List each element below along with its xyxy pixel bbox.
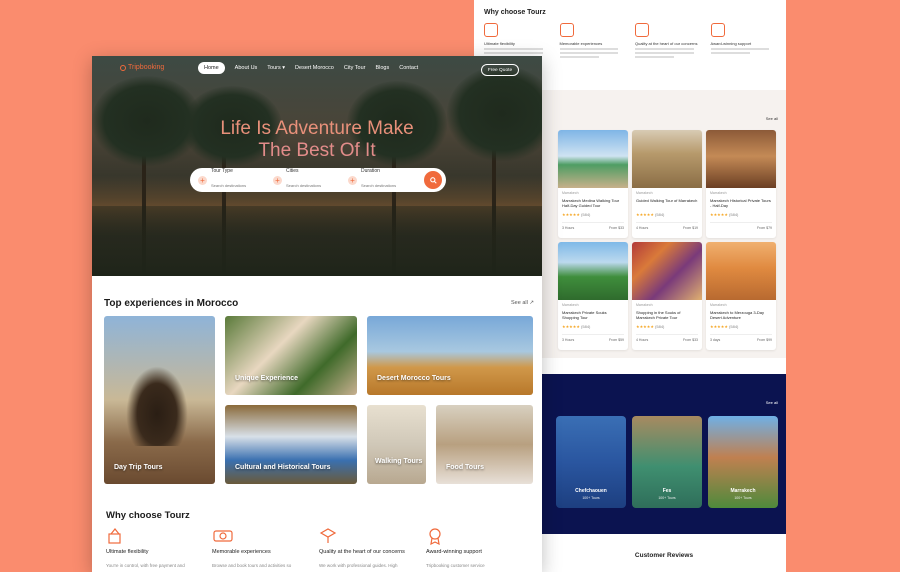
rating-stars: ★★★★★ (584) (562, 324, 591, 329)
cities-input[interactable] (286, 183, 341, 188)
search-icon (429, 176, 437, 184)
city-card[interactable]: Marrakech 100+ Tours (708, 416, 778, 508)
hero-search-bar: + Tour Type + Cities + Duration (190, 168, 446, 192)
tour-image (558, 242, 628, 300)
plus-icon: + (198, 175, 207, 185)
tour-type-field[interactable]: + Tour Type (198, 168, 273, 192)
back-why-title: Why choose Tourz (484, 9, 546, 16)
tour-type-input[interactable] (211, 183, 266, 188)
arrow-up-right-icon: ↗ (529, 300, 534, 306)
experiences-icon (559, 23, 574, 37)
flexibility-icon (484, 23, 498, 37)
nav-item-tours[interactable]: Tours ▾ (267, 62, 285, 74)
tour-image (706, 242, 776, 300)
plus-icon: + (348, 175, 357, 185)
experience-card-desert[interactable]: Desert Morocco Tours (367, 316, 533, 395)
duration-field[interactable]: + Duration (348, 168, 423, 192)
free-quote-button[interactable]: Free Quote (481, 64, 519, 76)
nav-item-blogs[interactable]: Blogs (375, 62, 389, 74)
rating-stars: ★★★★★ (584) (710, 212, 739, 217)
hero-section: Tripbooking Home About Us Tours ▾ Desert… (92, 56, 542, 276)
tour-card[interactable]: Marrakech Marrakech to Merzouga 3-Day Des… (706, 242, 776, 350)
experiences-see-all-link[interactable]: See all ↗ (511, 300, 534, 306)
experience-card-day-trip[interactable]: Day Trip Tours (104, 316, 215, 484)
back-why-item: Memorable experiences (559, 23, 626, 60)
experiences-icon (212, 527, 233, 545)
front-page-mockup: Tripbooking Home About Us Tours ▾ Desert… (92, 56, 542, 572)
quality-icon (319, 527, 337, 545)
duration-input[interactable] (361, 183, 416, 188)
nav-item-city-tour[interactable]: City Tour (344, 62, 366, 74)
quality-icon (635, 23, 649, 37)
nav-item-desert[interactable]: Desert Morocco (295, 62, 334, 74)
flexibility-icon (106, 527, 124, 545)
rating-stars: ★★★★★ (584) (636, 212, 665, 217)
back-why-item: Ultimate flexibility (484, 23, 550, 60)
cities-see-all-link[interactable]: See all (766, 400, 778, 405)
plus-icon: + (273, 175, 282, 185)
city-card[interactable]: Fes 100+ Tours (632, 416, 702, 508)
city-card[interactable]: Chefchaouen 100+ Tours (556, 416, 626, 508)
why-item-memorable: Memorable experiences Browse and book to… (212, 527, 312, 568)
back-why-item: Quality at the heart of our concerns (635, 23, 701, 60)
tour-card[interactable]: Marrakech Shopping in the Souks of Marrak… (632, 242, 702, 350)
why-item-award: Award-winning support Tripbooking custom… (426, 527, 526, 568)
why-item-flexibility: Ultimate flexibility You're in control, … (106, 527, 206, 568)
tour-card[interactable]: Marrakech Marrakech Private Souks Shoppin… (558, 242, 628, 350)
reviews-title: Customer Reviews (634, 552, 694, 559)
main-nav: Home About Us Tours ▾ Desert Morocco Cit… (198, 62, 418, 74)
cities-section: See all Chefchaouen 100+ Tours Fes 100+ To… (542, 374, 786, 534)
rating-stars: ★★★★★ (584) (562, 212, 591, 217)
tour-card[interactable]: Marrakech Marrakech Historical Private To… (706, 130, 776, 238)
nav-item-contact[interactable]: Contact (399, 62, 418, 74)
tour-card[interactable]: Marrakech Marrakech Medina Walking Tour H… (558, 130, 628, 238)
tour-image (632, 242, 702, 300)
tour-image (632, 130, 702, 188)
hero-headline: Life Is Adventure Make The Best Of It (220, 118, 414, 161)
why-item-quality: Quality at the heart of our concerns We … (319, 527, 429, 568)
cities-field[interactable]: + Cities (273, 168, 348, 192)
rating-stars: ★★★★★ (584) (636, 324, 665, 329)
experience-card-unique[interactable]: Unique Experience (225, 316, 357, 395)
experience-card-food[interactable]: Food Tours (436, 405, 533, 484)
experiences-title: Top experiences in Morocco (104, 298, 239, 309)
back-why-item: Award-winning support (710, 23, 777, 60)
tour-image (706, 130, 776, 188)
logo-icon (120, 64, 126, 71)
nav-item-about[interactable]: About Us (235, 62, 258, 74)
award-icon (710, 23, 725, 37)
search-button[interactable] (424, 171, 442, 189)
award-icon (426, 527, 444, 546)
reviews-section: Customer Reviews (542, 534, 786, 572)
brand-logo[interactable]: Tripbooking (120, 64, 164, 71)
back-see-all-link[interactable]: See all (766, 116, 778, 121)
tour-card[interactable]: Marrakech Guided Walking Tour of Marrakec… (632, 130, 702, 238)
experience-card-walking[interactable]: Walking Tours (367, 405, 426, 484)
why-title: Why choose Tourz (106, 510, 190, 521)
tour-image (558, 130, 628, 188)
nav-item-home[interactable]: Home (198, 62, 225, 74)
chevron-down-icon: ▾ (282, 65, 286, 71)
experience-card-cultural[interactable]: Cultural and Historical Tours (225, 405, 357, 484)
rating-stars: ★★★★★ (584) (710, 324, 739, 329)
